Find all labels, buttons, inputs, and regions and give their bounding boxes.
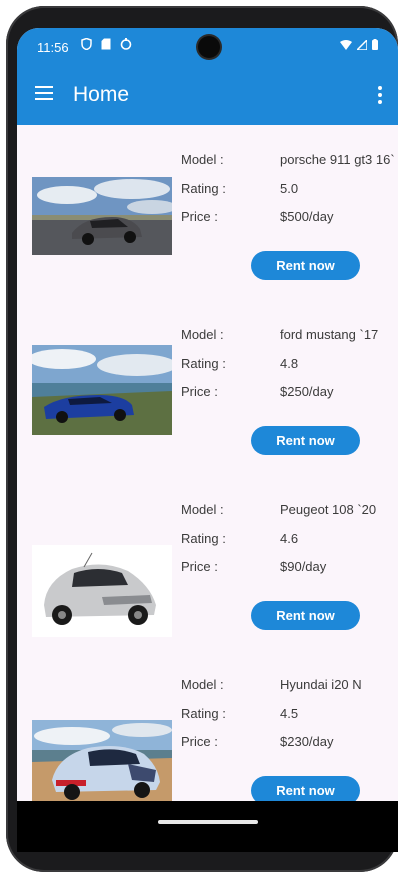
price-value: $230/day [280,734,334,749]
car-card: Model : porsche 911 gt3 16` Rating : 5.0… [17,125,398,300]
price-label: Price : [181,209,218,224]
rating-label: Rating : [181,356,226,371]
model-label: Model : [181,327,224,342]
car-image [32,720,172,801]
home-gesture-handle[interactable] [158,820,258,824]
status-bar: 11:56 [17,28,398,68]
car-image [32,345,172,435]
battery-icon [372,39,378,50]
sync-icon [120,38,132,50]
price-label: Price : [181,734,218,749]
more-options-icon[interactable] [378,86,382,107]
app-bar: Home [17,68,398,125]
car-card: Model : Peugeot 108 `20 Rating : 4.6 Pri… [17,475,398,650]
system-status-icons [340,39,378,50]
rating-value: 4.5 [280,706,299,721]
rent-now-button[interactable]: Rent now [251,601,360,630]
rating-label: Rating : [181,181,226,196]
model-label: Model : [181,502,224,517]
price-value: $250/day [280,384,334,399]
rent-now-button[interactable]: Rent now [251,426,360,455]
price-label: Price : [181,559,218,574]
rating-value: 4.8 [280,356,299,371]
status-time: 11:56 [37,40,69,55]
notification-icons [81,38,132,50]
rating-label: Rating : [181,531,226,546]
car-card: Model : ford mustang `17 Rating : 4.8 Pr… [17,300,398,475]
price-label: Price : [181,384,218,399]
navigation-bar [17,801,398,852]
rating-value: 4.6 [280,531,299,546]
model-value: ford mustang `17 [280,327,379,342]
app-screen: 11:56 Home Model: porsche 911 gt3 16` R… [17,28,398,852]
rating-value: 5.0 [280,181,299,196]
menu-icon[interactable] [35,86,53,100]
shield-icon [81,38,92,50]
model-value: porsche 911 gt3 16` [280,152,395,167]
model-label: Model : [181,677,224,692]
cell-signal-icon [357,39,367,50]
model-label: Model : [181,152,224,167]
car-image [32,177,172,255]
front-camera [198,36,220,58]
price-value: $90/day [280,559,327,574]
page-title: Home [73,83,130,106]
model-value: Hyundai i20 N [280,677,362,692]
price-value: $500/day [280,209,334,224]
rent-now-button[interactable]: Rent now [251,776,360,801]
rent-now-button[interactable]: Rent now [251,251,360,280]
sim-card-icon [101,38,111,50]
rating-label: Rating : [181,706,226,721]
car-list[interactable]: Model : porsche 911 gt3 16` Rating : 5.0… [17,125,398,801]
car-image [32,545,172,637]
model-value: Peugeot 108 `20 [280,502,377,517]
wifi-icon [340,39,352,50]
car-card: Model : Hyundai i20 N Rating : 4.5 Price… [17,650,398,801]
